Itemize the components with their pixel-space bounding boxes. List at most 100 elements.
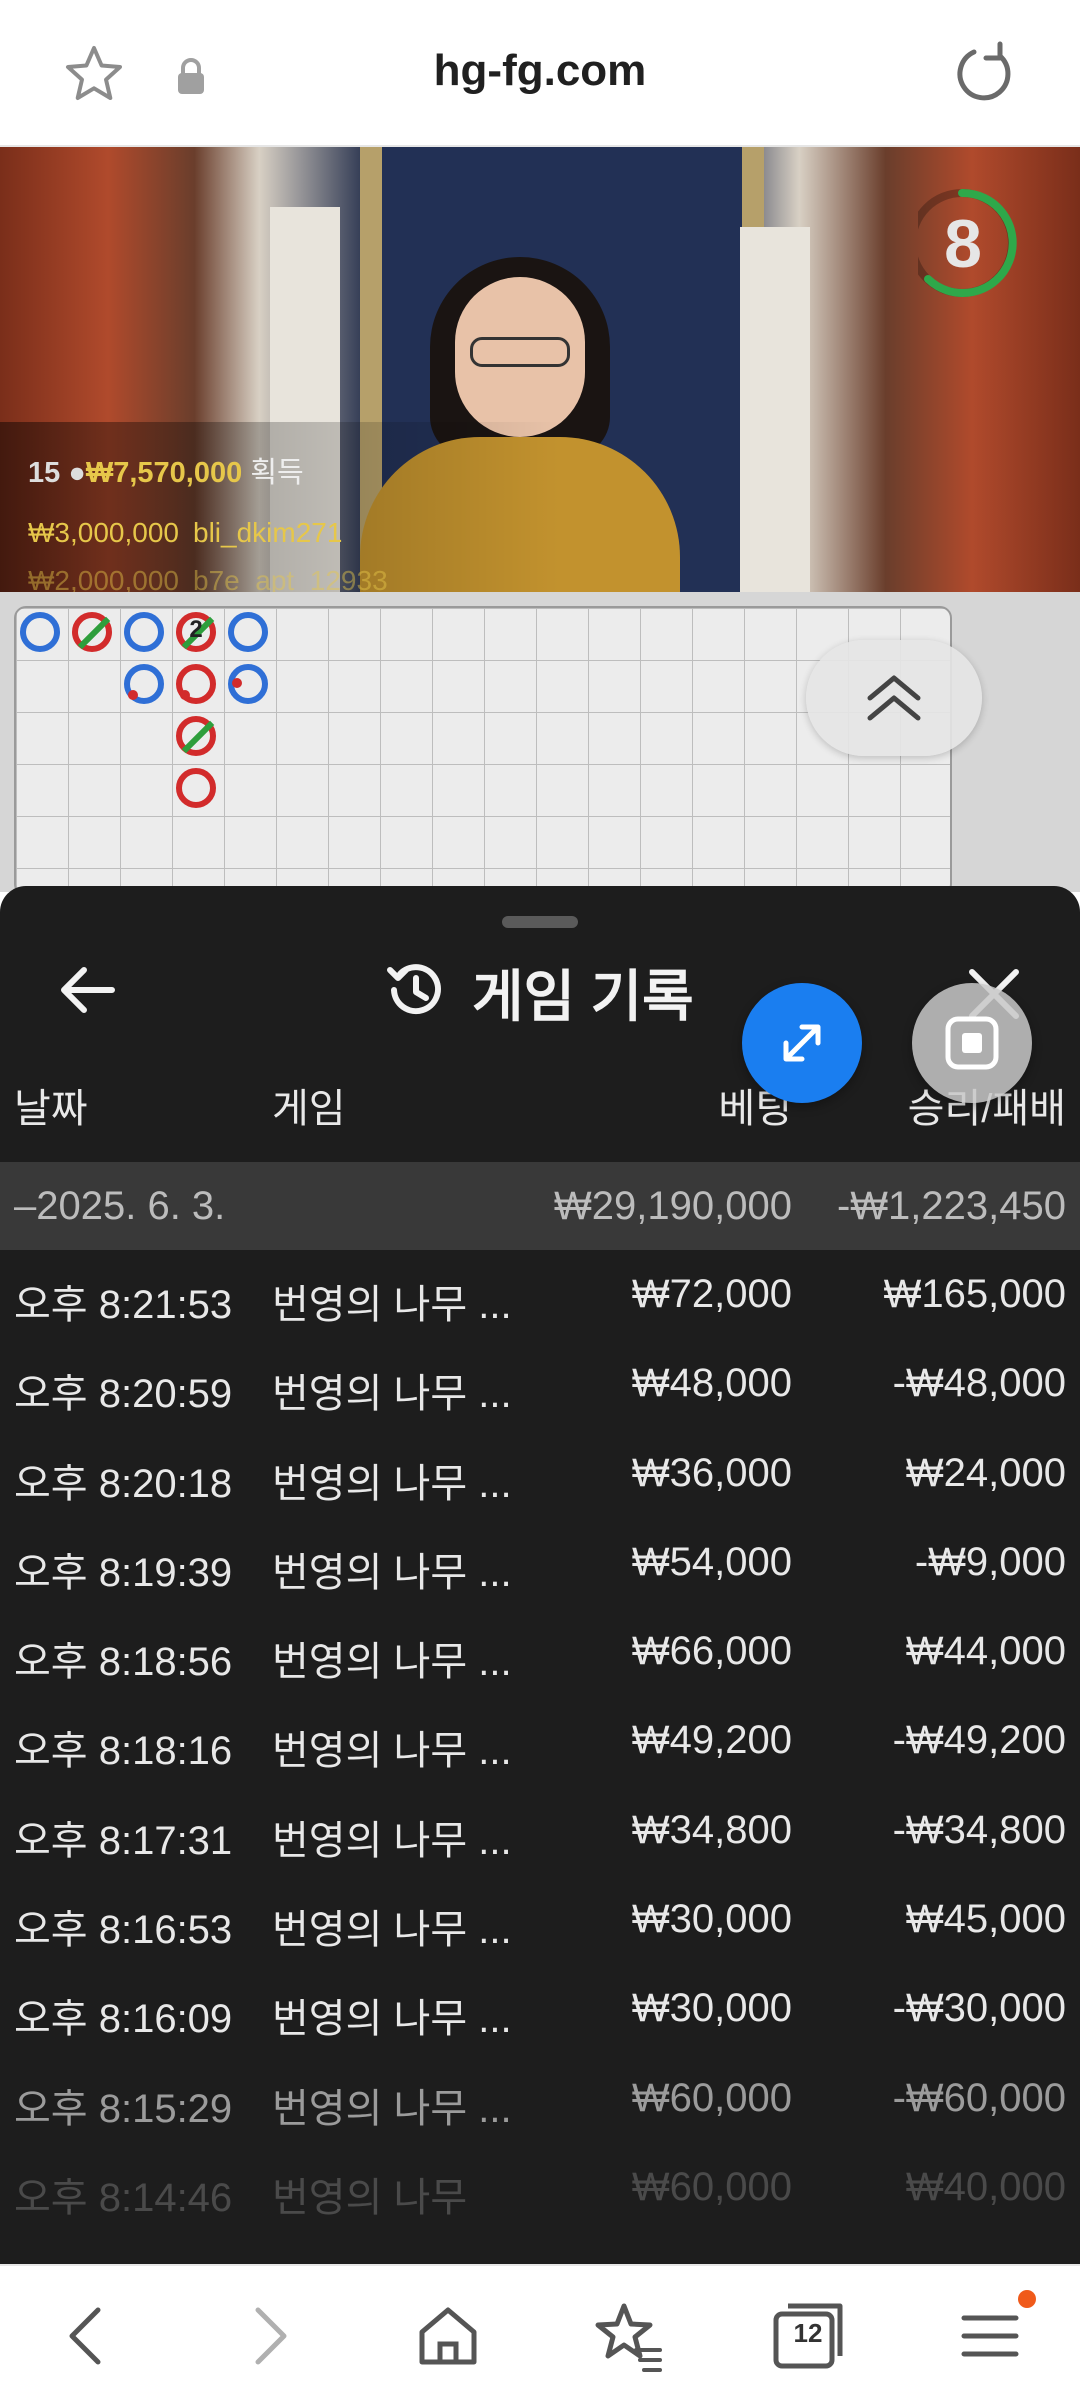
row-bet: ₩30,000 <box>631 1897 792 1942</box>
row-bet: ₩72,000 <box>631 1272 792 1316</box>
bookmarks-icon[interactable] <box>586 2294 670 2378</box>
row-game: 번영의 나무 ... <box>272 1640 512 1685</box>
row-game: 번영의 나무 ... <box>272 2086 512 2131</box>
history-row[interactable]: 오후 8:20:18 번영의 나무 ... ₩36,000 ₩24,000 <box>0 1429 1080 1518</box>
history-table-header: 날짜 게임 베팅 승리/패배 <box>0 1076 1080 1138</box>
winner-count: 15 <box>28 457 61 489</box>
video-pillar <box>740 227 810 592</box>
recent-bet-amount: ₩2,000,000 <box>28 565 179 592</box>
player-bead <box>124 664 164 704</box>
row-bet: ₩60,000 <box>631 2164 792 2209</box>
home-icon[interactable] <box>406 2294 490 2378</box>
tab-count: 12 <box>793 2318 823 2348</box>
row-time: 오후 8:16:09 <box>14 1997 233 2042</box>
summary-result: -₩1,223,450 <box>836 1184 1066 1228</box>
row-result: -₩48,000 <box>892 1361 1066 1406</box>
row-result: -₩34,800 <box>892 1807 1066 1852</box>
summary-date: –2025. 6. 3. <box>14 1184 226 1228</box>
history-icon <box>387 964 441 1015</box>
back-arrow-icon[interactable] <box>56 958 120 1022</box>
row-result: -₩49,200 <box>892 1718 1066 1763</box>
row-game: 번영의 나무 ... <box>272 1908 512 1953</box>
history-row[interactable]: 오후 8:14:46 번영의 나무 ₩60,000 ₩40,000 <box>0 2143 1080 2232</box>
dealer-glasses <box>470 337 570 367</box>
history-row[interactable]: 오후 8:20:59 번영의 나무 ... ₩48,000 -₩48,000 <box>0 1339 1080 1428</box>
row-result: ₩24,000 <box>905 1450 1066 1495</box>
player-bead <box>20 612 60 652</box>
row-result: ₩165,000 <box>883 1272 1066 1316</box>
history-rows: 오후 8:21:53 번영의 나무 ... ₩72,000 ₩165,000 오… <box>0 1250 1080 2232</box>
row-game: 번영의 나무 <box>272 2175 468 2220</box>
row-time: 오후 8:16:53 <box>14 1908 233 1953</box>
banker-bead <box>176 768 216 808</box>
row-bet: ₩49,200 <box>631 1718 792 1763</box>
history-row[interactable]: 오후 8:18:16 번영의 나무 ... ₩49,200 -₩49,200 <box>0 1696 1080 1785</box>
row-game: 번영의 나무 ... <box>272 1461 512 1506</box>
menu-icon[interactable] <box>948 2294 1032 2378</box>
win-summary: 15 ●₩7,570,000 획득 <box>28 449 304 491</box>
row-game: 번영의 나무 ... <box>272 1997 512 2042</box>
row-time: 오후 8:18:16 <box>14 1729 233 1774</box>
live-dealer-video[interactable]: 15 ●₩7,570,000 획득 ₩3,000,000 bli_dkim271 … <box>0 147 1080 592</box>
row-time: 오후 8:14:46 <box>14 2175 233 2220</box>
recent-bet: ₩3,000,000 bli_dkim271 <box>28 517 342 549</box>
row-bet: ₩66,000 <box>631 1629 792 1674</box>
address-bar-url[interactable]: hg-fg.com <box>0 46 1080 96</box>
win-amount: ₩7,570,000 <box>85 457 243 489</box>
row-time: 오후 8:17:31 <box>14 1818 233 1863</box>
row-game: 번영의 나무 ... <box>272 1729 512 1774</box>
fullscreen-button[interactable] <box>742 983 862 1103</box>
row-game: 번영의 나무 ... <box>272 1550 512 1595</box>
history-row[interactable]: 오후 8:21:53 번영의 나무 ... ₩72,000 ₩165,000 <box>0 1250 1080 1339</box>
history-row[interactable]: 오후 8:16:09 번영의 나무 ... ₩30,000 -₩30,000 <box>0 1964 1080 2053</box>
row-time: 오후 8:18:56 <box>14 1640 233 1685</box>
recent-bet-user: b7e_apt_12933 <box>193 565 388 592</box>
row-bet: ₩48,000 <box>631 1361 792 1406</box>
row-time: 오후 8:20:18 <box>14 1461 233 1506</box>
double-chevron-up-icon <box>867 675 921 721</box>
history-row[interactable]: 오후 8:16:53 번영의 나무 ... ₩30,000 ₩45,000 <box>0 1875 1080 1964</box>
tabs-button[interactable]: 12 <box>766 2294 850 2378</box>
history-row[interactable]: 오후 8:15:29 번영의 나무 ... ₩60,000 -₩60,000 <box>0 2054 1080 2143</box>
summary-bet: ₩29,190,000 <box>554 1184 792 1228</box>
stop-button[interactable] <box>912 983 1032 1103</box>
recent-bet: ₩2,000,000 b7e_apt_12933 <box>28 565 388 592</box>
column-date: 날짜 <box>14 1087 88 1131</box>
row-result: ₩45,000 <box>905 1897 1066 1942</box>
row-bet: ₩36,000 <box>631 1450 792 1495</box>
back-chevron-icon[interactable] <box>46 2294 130 2378</box>
date-summary-row[interactable]: –2025. 6. 3. ₩29,190,000 -₩1,223,450 <box>0 1162 1080 1250</box>
row-time: 오후 8:21:53 <box>14 1283 233 1327</box>
row-bet: ₩54,000 <box>631 1539 792 1584</box>
game-history-sheet: 게임 기록 날짜 게임 베팅 승리/패배 –2025. 6. 3. ₩29,19… <box>0 886 1080 2264</box>
expand-up-button[interactable] <box>806 640 982 756</box>
row-result: ₩40,000 <box>905 2164 1066 2209</box>
stop-square-icon <box>945 1016 999 1070</box>
expand-arrows-icon <box>783 1024 821 1062</box>
browser-bottom-nav: 12 <box>0 2264 1080 2406</box>
tie-count: 2 <box>189 616 203 643</box>
row-game: 번영의 나무 ... <box>272 1818 512 1863</box>
row-bet: ₩60,000 <box>631 2075 792 2120</box>
history-row[interactable]: 오후 8:17:31 번영의 나무 ... ₩34,800 -₩34,800 <box>0 1786 1080 1875</box>
sheet-drag-handle[interactable] <box>502 916 578 928</box>
win-label: 획득 <box>250 457 304 489</box>
history-row[interactable]: 오후 8:18:56 번영의 나무 ... ₩66,000 ₩44,000 <box>0 1607 1080 1696</box>
row-result: ₩44,000 <box>905 1629 1066 1674</box>
column-game: 게임 <box>272 1087 346 1131</box>
person-icon: ● <box>68 457 86 489</box>
browser-top-bar: hg-fg.com <box>0 0 1080 147</box>
row-bet: ₩30,000 <box>631 1986 792 2031</box>
recent-bet-user: bli_dkim271 <box>193 517 343 548</box>
forward-chevron-icon[interactable] <box>226 2294 310 2378</box>
player-bead <box>228 664 268 704</box>
banker-bead <box>176 664 216 704</box>
row-time: 오후 8:19:39 <box>14 1550 233 1595</box>
row-game: 번영의 나무 ... <box>272 1283 512 1327</box>
row-game: 번영의 나무 ... <box>272 1372 512 1417</box>
sheet-title: 게임 기록 <box>472 965 694 1028</box>
reload-icon[interactable] <box>950 40 1018 108</box>
player-bead <box>228 612 268 652</box>
countdown-seconds: 8 <box>944 206 982 282</box>
history-row[interactable]: 오후 8:19:39 번영의 나무 ... ₩54,000 -₩9,000 <box>0 1518 1080 1607</box>
